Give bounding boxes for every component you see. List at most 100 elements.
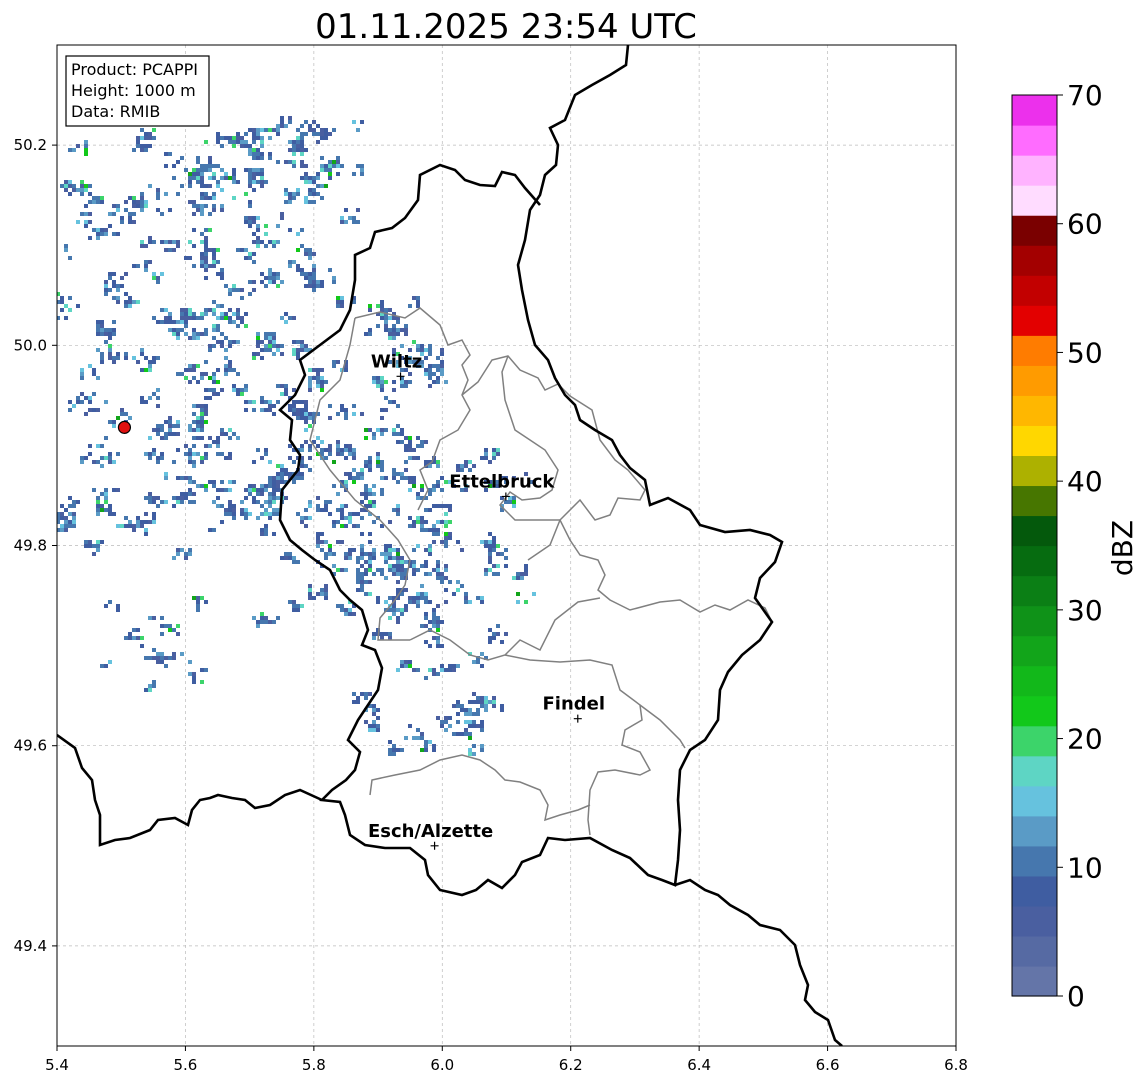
echo-pixel <box>156 432 160 436</box>
echo-pixel <box>316 508 320 512</box>
echo-pixel <box>500 708 504 712</box>
echo-pixel <box>224 284 228 288</box>
echo-pixel <box>416 436 420 440</box>
echo-pixel <box>116 524 120 528</box>
echo-pixel <box>232 168 236 172</box>
echo-pixel <box>96 544 100 548</box>
echo-pixel <box>256 516 260 520</box>
echo-pixel <box>136 360 140 364</box>
echo-pixel <box>320 388 324 392</box>
echo-pixel <box>428 384 432 388</box>
echo-pixel <box>432 532 436 536</box>
echo-pixel <box>472 744 476 748</box>
echo-pixel <box>352 448 356 452</box>
echo-pixel <box>308 180 312 184</box>
echo-pixel <box>356 556 360 560</box>
echo-pixel <box>244 168 248 172</box>
echo-pixel <box>416 304 420 308</box>
echo-pixel <box>408 380 412 384</box>
echo-pixel <box>332 276 336 280</box>
echo-pixel <box>280 464 284 468</box>
echo-pixel <box>368 328 372 332</box>
echo-pixel <box>332 160 336 164</box>
echo-pixel <box>512 496 516 500</box>
echo-pixel <box>400 612 404 616</box>
echo-pixel <box>260 408 264 412</box>
echo-pixel <box>396 588 400 592</box>
echo-pixel <box>100 228 104 232</box>
echo-pixel <box>212 440 216 444</box>
echo-pixel <box>160 212 164 216</box>
echo-pixel <box>368 540 372 544</box>
echo-pixel <box>316 124 320 128</box>
echo-pixel <box>156 656 160 660</box>
echo-pixel <box>464 596 468 600</box>
echo-pixel <box>172 424 176 428</box>
echo-pixel <box>216 164 220 168</box>
echo-pixel <box>380 492 384 496</box>
echo-pixel <box>344 412 348 416</box>
echo-pixel <box>412 600 416 604</box>
echo-pixel <box>292 604 296 608</box>
echo-pixel <box>196 416 200 420</box>
echo-pixel <box>112 420 116 424</box>
colorbar-tick-label: 60 <box>1067 208 1103 241</box>
echo-pixel <box>220 268 224 272</box>
echo-pixel <box>344 448 348 452</box>
echo-pixel <box>300 604 304 608</box>
echo-pixel <box>308 504 312 508</box>
echo-pixel <box>312 132 316 136</box>
radar-site-marker[interactable] <box>117 420 132 434</box>
echo-pixel <box>364 696 368 700</box>
echo-pixel <box>304 252 308 256</box>
echo-pixel <box>340 448 344 452</box>
echo-pixel <box>512 576 516 580</box>
echo-pixel <box>372 504 376 508</box>
echo-pixel <box>108 512 112 516</box>
echo-pixel <box>480 652 484 656</box>
echo-pixel <box>156 404 160 408</box>
echo-pixel <box>100 504 104 508</box>
echo-pixel <box>396 556 400 560</box>
echo-pixel <box>80 368 84 372</box>
echo-pixel <box>456 464 460 468</box>
echo-pixel <box>428 364 432 368</box>
echo-pixel <box>244 140 248 144</box>
echo-pixel <box>192 412 196 416</box>
echo-pixel <box>352 404 356 408</box>
echo-pixel <box>212 300 216 304</box>
colorbar-swatch <box>1012 155 1057 186</box>
echo-pixel <box>452 732 456 736</box>
echo-pixel <box>204 276 208 280</box>
echo-pixel <box>408 456 412 460</box>
echo-pixel <box>236 180 240 184</box>
echo-pixel <box>104 292 108 296</box>
echo-pixel <box>84 412 88 416</box>
echo-pixel <box>232 480 236 484</box>
echo-pixel <box>368 560 372 564</box>
echo-pixel <box>488 544 492 548</box>
echo-pixel <box>424 372 428 376</box>
echo-pixel <box>420 564 424 568</box>
echo-pixel <box>332 524 336 528</box>
echo-pixel <box>76 396 80 400</box>
echo-pixel <box>148 496 152 500</box>
echo-pixel <box>216 380 220 384</box>
echo-pixel <box>148 520 152 524</box>
echo-pixel <box>68 512 72 516</box>
echo-pixel <box>440 724 444 728</box>
echo-pixel <box>360 492 364 496</box>
echo-pixel <box>412 448 416 452</box>
echo-pixel <box>492 544 496 548</box>
echo-pixel <box>440 668 444 672</box>
echo-pixel <box>192 336 196 340</box>
echo-pixel <box>184 492 188 496</box>
echo-pixel <box>484 456 488 460</box>
echo-pixel <box>128 216 132 220</box>
echo-pixel <box>408 304 412 308</box>
echo-pixel <box>224 364 228 368</box>
echo-pixel <box>100 464 104 468</box>
echo-pixel <box>384 552 388 556</box>
echo-pixel <box>144 132 148 136</box>
echo-pixel <box>276 348 280 352</box>
